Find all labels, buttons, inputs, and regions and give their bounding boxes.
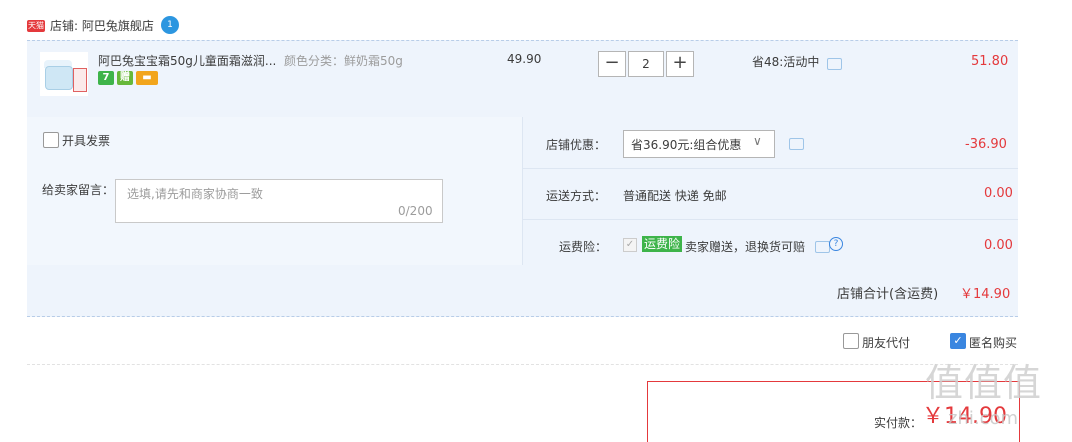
chat-icon[interactable]: 1 <box>161 16 179 34</box>
insurance-label: 运费险： <box>559 240 608 254</box>
divider <box>523 219 1018 220</box>
coupon-label: 店铺优惠： <box>546 138 607 152</box>
shipping-method: 普通配送 快递 免邮 <box>623 189 727 203</box>
watermark-url: zhi.com <box>948 408 1019 429</box>
product-thumbnail[interactable] <box>40 52 88 96</box>
watermark: 值值值 <box>925 361 1043 405</box>
invoice-label[interactable]: 开具发票 <box>62 132 110 149</box>
shipping-amount: 0.00 <box>984 186 1013 201</box>
shop-total-label: 店铺合计(含运费) <box>837 287 939 302</box>
item-total: 51.80 <box>971 54 1009 69</box>
box-shape <box>73 68 87 92</box>
shop-total-amount: ￥14.90 <box>960 287 1011 302</box>
quantity-input[interactable]: 2 <box>628 51 664 77</box>
comment-icon[interactable] <box>827 58 842 70</box>
insurance-checkbox: ✓ <box>623 238 637 252</box>
invoice-checkbox[interactable] <box>43 132 59 148</box>
friend-pay-checkbox[interactable] <box>843 333 859 349</box>
message-counter: 0/200 <box>398 204 433 218</box>
divider <box>522 117 523 265</box>
chevron-down-icon[interactable]: ∨ <box>753 134 762 148</box>
item-sku: 颜色分类：鲜奶霜50g <box>284 54 403 68</box>
shipping-label: 运送方式： <box>546 189 607 203</box>
message-placeholder: 选填,请先和商家协商一致 <box>127 187 263 201</box>
promo-status: 省48:活动中 <box>752 55 820 69</box>
shop-name[interactable]: 店铺: 阿巴兔旗舰店 <box>50 17 154 34</box>
tmall-badge: 天猫 <box>27 20 45 32</box>
divider <box>27 364 1018 366</box>
message-label: 给卖家留言： <box>42 183 115 197</box>
anonymous-label[interactable]: 匿名购买 <box>969 334 1017 351</box>
friend-pay-label[interactable]: 朋友代付 <box>862 334 910 351</box>
increase-button[interactable]: + <box>666 51 694 77</box>
unit-price: 49.90 <box>507 52 542 66</box>
insurance-tag: 运费险 <box>642 236 683 252</box>
card-icon[interactable]: ▬ <box>136 71 158 85</box>
help-icon[interactable]: ? <box>829 237 843 251</box>
insurance-amount: 0.00 <box>984 238 1013 253</box>
coupon-value: 省36.90元:组合优惠 <box>631 138 742 152</box>
comment-icon[interactable] <box>789 138 804 150</box>
seven-day-return-icon[interactable]: 7 <box>98 71 114 85</box>
coupon-amount: -36.90 <box>965 137 1007 152</box>
decrease-button[interactable]: − <box>598 51 626 77</box>
service-icons: 7 赠 ▬ <box>98 71 161 85</box>
payment-label: 实付款： <box>874 416 923 430</box>
gift-icon[interactable]: 赠 <box>117 71 133 85</box>
divider <box>523 168 1018 169</box>
anonymous-checkbox[interactable]: ✓ <box>950 333 966 349</box>
comment-icon[interactable] <box>815 241 830 253</box>
jar-shape <box>45 66 73 90</box>
item-title[interactable]: 阿巴兔宝宝霜50g儿童面霜滋润... <box>98 52 276 69</box>
insurance-text: 卖家赠送，退换货可赔 <box>685 240 806 254</box>
